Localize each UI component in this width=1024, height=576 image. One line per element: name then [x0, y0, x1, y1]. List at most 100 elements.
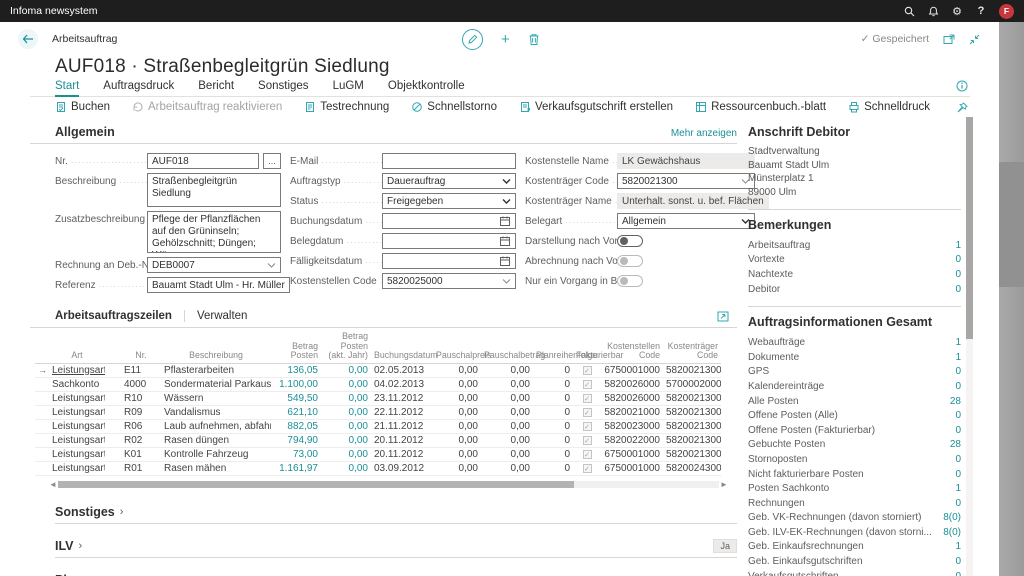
- factbox-title-anschrift-debitor[interactable]: Anschrift Debitor: [748, 125, 961, 139]
- cell-nr[interactable]: R09: [121, 405, 161, 419]
- cell-nr[interactable]: E11: [121, 363, 161, 377]
- fasttab-sonstiges[interactable]: Sonstiges›: [55, 505, 737, 524]
- delete-trash-icon[interactable]: [528, 33, 540, 46]
- factbox-row-value[interactable]: 0: [955, 284, 961, 295]
- menu-tab-lugm[interactable]: LuGM: [333, 80, 364, 95]
- cell-pauschalpreis[interactable]: 0,00: [433, 405, 481, 419]
- cell-kostentraeger-code[interactable]: 5820021300: [663, 405, 721, 419]
- cell-buchungsdatum[interactable]: 20.11.2012: [371, 433, 433, 447]
- column-header-kostentr-ger-code[interactable]: Kostenträger Code: [663, 330, 721, 363]
- cell-betrag-posten-jahr[interactable]: 0,00: [321, 447, 371, 461]
- search-icon[interactable]: [897, 0, 921, 22]
- toolbar-item-credit-memo[interactable]: Verkaufsgutschrift erstellen: [519, 101, 673, 113]
- cell-nr[interactable]: R10: [121, 391, 161, 405]
- column-header-pauschalbetrag[interactable]: Pauschalbetrag: [481, 330, 533, 363]
- cell-beschreibung[interactable]: Rasen düngen: [161, 433, 271, 447]
- edit-pencil-icon[interactable]: [462, 29, 483, 50]
- cell-art[interactable]: Leistungsart: [49, 447, 105, 461]
- factbox-row-value[interactable]: 1: [955, 337, 961, 348]
- cell-kostentraeger-code[interactable]: 5820021300: [663, 363, 721, 377]
- user-avatar[interactable]: F: [999, 4, 1014, 19]
- input-field[interactable]: Bauamt Stadt Ulm - Hr. Müller: [147, 277, 290, 293]
- cell-planreihenfolge[interactable]: 0: [533, 363, 573, 377]
- cell-beschreibung[interactable]: Laub aufnehmen, abfahren: [161, 419, 271, 433]
- cell-kostenstellen-code[interactable]: 6750001000: [601, 363, 663, 377]
- cell-betrag-posten[interactable]: 882,05: [271, 419, 321, 433]
- cell-pauschalbetrag[interactable]: 0,00: [481, 391, 533, 405]
- cell-pauschalbetrag[interactable]: 0,00: [481, 363, 533, 377]
- cell-buchungsdatum[interactable]: 02.05.2013: [371, 363, 433, 377]
- column-header-buchungsdatum[interactable]: Buchungsdatum: [371, 330, 433, 363]
- cell-kostenstellen-code[interactable]: 5820022000: [601, 433, 663, 447]
- factbox-scrollbar[interactable]: [966, 117, 973, 576]
- cell-beschreibung[interactable]: Kontrolle Fahrzeug: [161, 447, 271, 461]
- toolbar-item-test-invoice[interactable]: Testrechnung: [304, 101, 389, 113]
- cell-buchungsdatum[interactable]: 23.11.2012: [371, 391, 433, 405]
- cell-beschreibung[interactable]: Vandalismus: [161, 405, 271, 419]
- settings-gear-icon[interactable]: ⚙: [945, 0, 969, 22]
- menu-tab-auftragsdruck[interactable]: Auftragsdruck: [103, 80, 174, 95]
- cell-art[interactable]: Leistungsart: [49, 433, 105, 447]
- input-field[interactable]: Pflege der Pflanzflächen auf den Grünins…: [147, 211, 281, 253]
- cell-buchungsdatum[interactable]: 03.09.2012: [371, 461, 433, 475]
- horizontal-scrollbar[interactable]: ◄ ►: [48, 480, 729, 490]
- cell-pauschalbetrag[interactable]: 0,00: [481, 461, 533, 475]
- cell-planreihenfolge[interactable]: 0: [533, 377, 573, 391]
- cell-pauschalpreis[interactable]: 0,00: [433, 433, 481, 447]
- cell-betrag-posten[interactable]: 1.100,00: [271, 377, 321, 391]
- factbox-row-value[interactable]: 0: [955, 381, 961, 392]
- cell-betrag-posten-jahr[interactable]: 0,00: [321, 363, 371, 377]
- factbox-row-value[interactable]: 0: [955, 556, 961, 567]
- scroll-left-arrow[interactable]: ◄: [48, 480, 58, 489]
- input-field[interactable]: [382, 213, 516, 229]
- cell-art[interactable]: Leistungsart: [49, 405, 105, 419]
- column-header-betrag-posten[interactable]: Betrag Posten: [271, 330, 321, 363]
- cell-nr[interactable]: R06: [121, 419, 161, 433]
- cell-planreihenfolge[interactable]: 0: [533, 447, 573, 461]
- input-field[interactable]: Straßenbegleitgrün Siedlung: [147, 173, 281, 207]
- cell-betrag-posten[interactable]: 136,05: [271, 363, 321, 377]
- input-field[interactable]: [382, 153, 516, 169]
- input-field[interactable]: 5820021300: [617, 173, 755, 189]
- factbox-row-value[interactable]: 8(0): [943, 527, 961, 538]
- cell-kostenstellen-code[interactable]: 5820021000: [601, 405, 663, 419]
- factbox-row-value[interactable]: 0: [955, 469, 961, 480]
- chevron-down-icon[interactable]: [267, 262, 276, 268]
- factbox-row-value[interactable]: 0: [955, 454, 961, 465]
- column-header-art[interactable]: Art: [49, 330, 105, 363]
- cell-betrag-posten-jahr[interactable]: 0,00: [321, 377, 371, 391]
- toolbar-item-journal[interactable]: Ressourcenbuch.-blatt: [695, 101, 826, 113]
- select-caret-icon[interactable]: [502, 178, 511, 184]
- cell-betrag-posten[interactable]: 621,10: [271, 405, 321, 419]
- input-field[interactable]: Dauerauftrag: [382, 173, 516, 189]
- factbox-title-bemerkungen[interactable]: Bemerkungen: [748, 218, 961, 232]
- cell-pauschalbetrag[interactable]: 0,00: [481, 433, 533, 447]
- hscroll-track[interactable]: [58, 481, 719, 488]
- factbox-row-value[interactable]: 1: [955, 240, 961, 251]
- cell-art[interactable]: Leistungsart: [49, 391, 105, 405]
- cell-kostentraeger-code[interactable]: 5700002000: [663, 377, 721, 391]
- cell-beschreibung[interactable]: Rasen mähen: [161, 461, 271, 475]
- cell-pauschalpreis[interactable]: 0,00: [433, 363, 481, 377]
- column-header-betrag-posten-akt-jahr[interactable]: Betrag Posten (akt. Jahr): [321, 330, 371, 363]
- factbox-row-value[interactable]: 28: [950, 396, 961, 407]
- cell-buchungsdatum[interactable]: 22.11.2012: [371, 405, 433, 419]
- cell-art[interactable]: Leistungsart: [49, 461, 105, 475]
- cell-art[interactable]: Leistungsart: [49, 419, 105, 433]
- column-header-beschreibung[interactable]: Beschreibung: [161, 330, 271, 363]
- input-field[interactable]: [382, 233, 516, 249]
- cell-pauschalbetrag[interactable]: 0,00: [481, 447, 533, 461]
- select-caret-icon[interactable]: [502, 198, 511, 204]
- show-more-link[interactable]: Mehr anzeigen: [671, 128, 737, 139]
- column-header-nr[interactable]: Nr.: [121, 330, 161, 363]
- factbox-row-value[interactable]: 0: [955, 498, 961, 509]
- open-in-window-icon[interactable]: [943, 34, 955, 45]
- cell-betrag-posten-jahr[interactable]: 0,00: [321, 433, 371, 447]
- menu-tab-objektkontrolle[interactable]: Objektkontrolle: [388, 80, 465, 95]
- cell-beschreibung[interactable]: Wässern: [161, 391, 271, 405]
- cell-pauschalpreis[interactable]: 0,00: [433, 461, 481, 475]
- cell-art[interactable]: Sachkonto: [49, 377, 105, 391]
- cell-betrag-posten-jahr[interactable]: 0,00: [321, 461, 371, 475]
- new-plus-icon[interactable]: +: [501, 31, 510, 48]
- cell-betrag-posten-jahr[interactable]: 0,00: [321, 405, 371, 419]
